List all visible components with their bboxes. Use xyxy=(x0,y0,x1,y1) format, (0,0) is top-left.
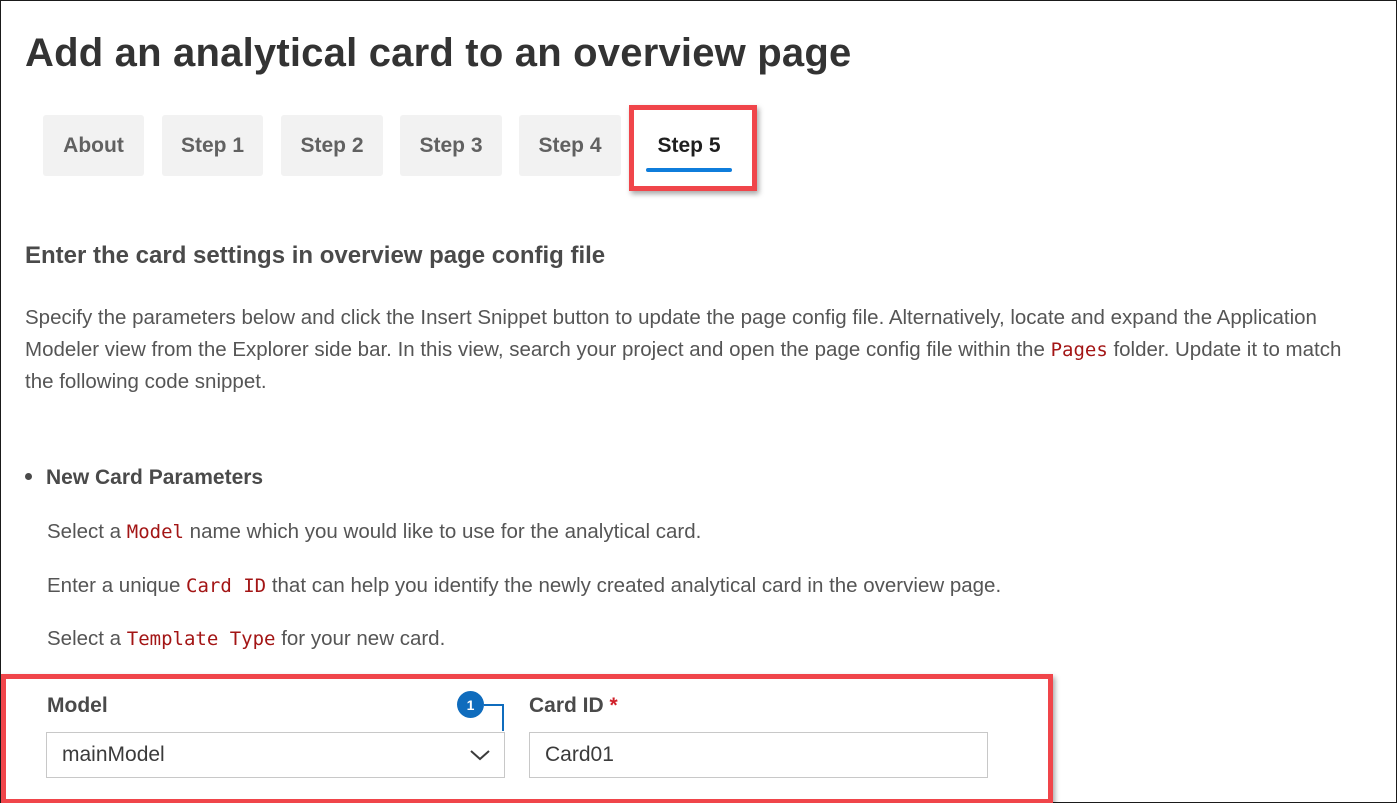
instruction-model: Select a Model name which you would like… xyxy=(47,520,701,544)
tab-step-5[interactable]: Step 5 xyxy=(638,115,740,176)
instruction-text: for your new card. xyxy=(275,627,446,650)
card-id-label: Card ID * xyxy=(529,694,618,718)
page-frame: Add an analytical card to an overview pa… xyxy=(0,0,1397,803)
instruction-text: that can help you identify the newly cre… xyxy=(266,574,1002,597)
section-heading: Enter the card settings in overview page… xyxy=(25,242,606,269)
tab-label: About xyxy=(63,133,124,157)
instruction-text: Enter a unique xyxy=(47,574,187,597)
tab-label: Step 4 xyxy=(538,133,602,157)
tab-label: Step 2 xyxy=(300,133,364,157)
instructions-paragraph: Specify the parameters below and click t… xyxy=(25,302,1370,398)
bullet-dot xyxy=(25,472,32,480)
active-tab-indicator xyxy=(646,168,732,172)
pages-code: Pages xyxy=(1050,339,1108,361)
tab-step-3[interactable]: Step 3 xyxy=(400,115,502,176)
tab-label: Step 5 xyxy=(657,133,721,157)
tab-step-4[interactable]: Step 4 xyxy=(519,115,621,176)
new-card-parameters-bullet: New Card Parameters xyxy=(25,466,263,490)
instruction-template-type: Select a Template Type for your new card… xyxy=(47,627,445,651)
model-label: Model xyxy=(47,694,108,717)
card-id-label-text: Card ID xyxy=(529,694,604,717)
tab-step-1[interactable]: Step 1 xyxy=(162,115,263,176)
page-title: Add an analytical card to an overview pa… xyxy=(25,31,852,75)
tab-label: Step 1 xyxy=(180,133,245,157)
instruction-text: name which you would like to use for the… xyxy=(183,520,702,543)
card-id-input[interactable]: Card01 xyxy=(529,732,988,778)
callout-badge: 1 xyxy=(457,691,484,718)
chevron-down-icon xyxy=(470,750,490,761)
tab-step-2[interactable]: Step 2 xyxy=(281,115,383,176)
callout-connector xyxy=(484,704,504,731)
required-marker: * xyxy=(609,694,618,717)
tab-label: Step 3 xyxy=(419,133,483,157)
tab-about[interactable]: About xyxy=(43,115,144,176)
model-select-value: mainModel xyxy=(62,743,165,766)
template-type-code: Template Type xyxy=(126,628,276,650)
instruction-card-id: Enter a unique Card ID that can help you… xyxy=(47,574,1001,598)
model-select[interactable]: mainModel xyxy=(46,732,505,778)
model-code: Model xyxy=(126,521,184,543)
instruction-text: Select a xyxy=(47,520,127,543)
card-id-code: Card ID xyxy=(186,575,267,597)
card-id-input-value: Card01 xyxy=(545,743,614,766)
instruction-text: Select a xyxy=(47,627,127,650)
bullet-title: New Card Parameters xyxy=(46,466,264,489)
